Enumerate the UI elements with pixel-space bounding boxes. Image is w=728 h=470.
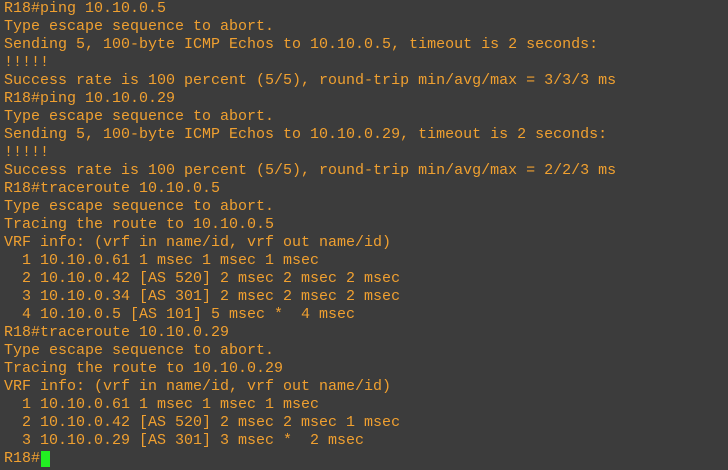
terminal-line: 2 10.10.0.42 [AS 520] 2 msec 2 msec 1 ms… (4, 414, 401, 431)
terminal-line: 3 10.10.0.29 [AS 301] 3 msec * 2 msec (4, 432, 365, 449)
terminal-line: 3 10.10.0.34 [AS 301] 2 msec 2 msec 2 ms… (4, 288, 401, 305)
terminal-line: Type escape sequence to abort. (4, 18, 275, 35)
terminal-line: Success rate is 100 percent (5/5), round… (4, 162, 617, 179)
command-prompt-line[interactable]: R18# (4, 450, 728, 468)
terminal-line: 4 10.10.0.5 [AS 101] 5 msec * 4 msec (4, 306, 356, 323)
terminal-line: Success rate is 100 percent (5/5), round… (4, 72, 617, 89)
terminal-line: !!!!! (4, 144, 50, 161)
terminal-line: Type escape sequence to abort. (4, 342, 275, 359)
terminal-line: 1 10.10.0.61 1 msec 1 msec 1 msec (4, 252, 320, 269)
terminal-line: VRF info: (vrf in name/id, vrf out name/… (4, 378, 392, 395)
terminal-line: Sending 5, 100-byte ICMP Echos to 10.10.… (4, 36, 599, 53)
terminal-line: R18#traceroute 10.10.0.5 (4, 180, 221, 197)
terminal-line: Sending 5, 100-byte ICMP Echos to 10.10.… (4, 126, 608, 143)
text-cursor (41, 451, 51, 467)
terminal-window[interactable]: R18#ping 10.10.0.5 Type escape sequence … (0, 0, 728, 470)
terminal-line: Tracing the route to 10.10.0.5 (4, 216, 275, 233)
terminal-line: VRF info: (vrf in name/id, vrf out name/… (4, 234, 392, 251)
command-prompt: R18# (4, 450, 41, 467)
terminal-line: Type escape sequence to abort. (4, 198, 275, 215)
terminal-line: R18#traceroute 10.10.0.29 (4, 324, 230, 341)
terminal-line: R18#ping 10.10.0.29 (4, 90, 176, 107)
terminal-line: 1 10.10.0.61 1 msec 1 msec 1 msec (4, 396, 320, 413)
terminal-line: R18#ping 10.10.0.5 (4, 0, 167, 17)
terminal-line: Tracing the route to 10.10.0.29 (4, 360, 284, 377)
terminal-line: Type escape sequence to abort. (4, 108, 275, 125)
terminal-line: !!!!! (4, 54, 50, 71)
terminal-line: 2 10.10.0.42 [AS 520] 2 msec 2 msec 2 ms… (4, 270, 401, 287)
